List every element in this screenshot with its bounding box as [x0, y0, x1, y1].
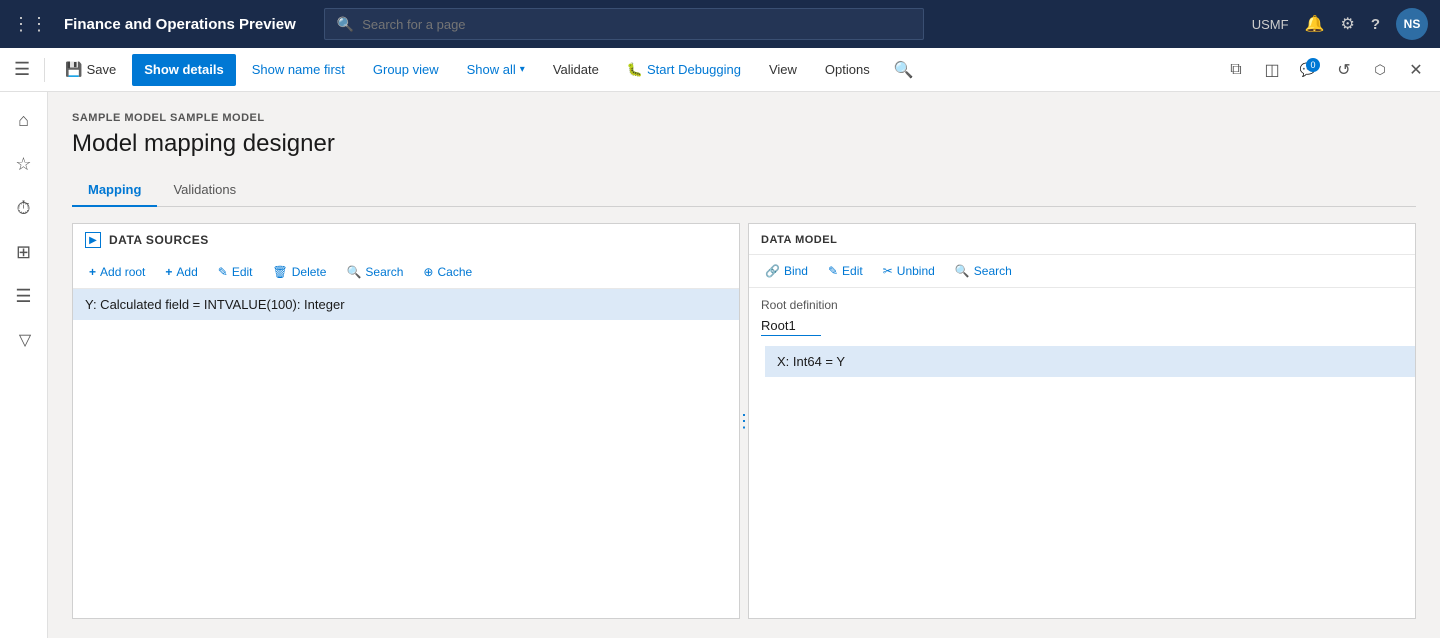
panels-container: ▶ DATA SOURCES + Add root + Add ✎ — [72, 223, 1416, 619]
notification-button[interactable]: 💬 0 — [1292, 54, 1324, 86]
open-external-icon[interactable]: ⬡ — [1364, 54, 1396, 86]
show-all-button[interactable]: Show all ▾ — [455, 54, 537, 86]
start-debugging-button[interactable]: 🐛 Start Debugging — [615, 54, 753, 86]
tab-mapping[interactable]: Mapping — [72, 174, 157, 207]
search-button[interactable]: 🔍 Search — [338, 262, 411, 282]
data-sources-toolbar: + Add root + Add ✎ Edit 🗑 Delete — [73, 256, 739, 289]
show-details-button[interactable]: Show details — [132, 54, 235, 86]
delete-icon: 🗑 — [273, 265, 288, 279]
global-search-bar[interactable]: 🔍 — [324, 8, 924, 40]
panel-divider[interactable]: ⋮ — [740, 223, 748, 619]
top-right-controls: USMF 🔔 ⚙ ? NS — [1252, 8, 1428, 40]
options-button[interactable]: Options — [813, 54, 882, 86]
data-sources-row[interactable]: Y: Calculated field = INTVALUE(100): Int… — [73, 289, 739, 320]
sidebar-filter-icon[interactable]: ▽ — [4, 320, 44, 360]
tab-validations[interactable]: Validations — [157, 174, 252, 207]
cache-button[interactable]: ⊕ Cache — [415, 262, 480, 282]
main-layout: ⌂ ☆ ⏱ ⊞ ☰ ▽ SAMPLE MODEL SAMPLE MODEL Mo… — [0, 92, 1440, 638]
refresh-icon[interactable]: ↺ — [1328, 54, 1360, 86]
edit-button[interactable]: ✎ Edit — [210, 262, 261, 282]
bind-icon: 🔗 — [765, 264, 780, 278]
data-model-toolbar: 🔗 Bind ✎ Edit ✂ Unbind 🔍 Search — [749, 255, 1415, 288]
bell-icon[interactable]: 🔔 — [1305, 14, 1325, 34]
view-button[interactable]: View — [757, 54, 809, 86]
expand-section: ▶ DATA SOURCES — [73, 224, 739, 256]
dm-search-icon: 🔍 — [955, 264, 970, 278]
app-title: Finance and Operations Preview — [64, 16, 296, 33]
top-navigation: ⋮⋮ Finance and Operations Preview 🔍 USMF… — [0, 0, 1440, 48]
group-view-button[interactable]: Group view — [361, 54, 451, 86]
save-icon: 💾 — [65, 61, 82, 78]
delete-button[interactable]: 🗑 Delete — [265, 262, 335, 282]
action-toolbar: ☰ 💾 Save Show details Show name first Gr… — [0, 48, 1440, 92]
data-sources-header: DATA SOURCES — [109, 233, 209, 247]
toolbar-right-icons: ⧉ ◫ 💬 0 ↺ ⬡ ✕ — [1220, 54, 1432, 86]
sidebar-workspaces-icon[interactable]: ⊞ — [4, 232, 44, 272]
apps-grid-icon[interactable]: ⋮⋮ — [12, 14, 48, 35]
cache-icon: ⊕ — [423, 265, 433, 279]
search-icon: 🔍 — [337, 16, 354, 33]
search-input[interactable] — [362, 17, 911, 32]
validate-button[interactable]: Validate — [541, 54, 611, 86]
add-root-icon: + — [89, 265, 96, 279]
debug-icon: 🐛 — [627, 62, 643, 78]
sidebar-home-icon[interactable]: ⌂ — [4, 100, 44, 140]
data-sources-panel: ▶ DATA SOURCES + Add root + Add ✎ — [72, 223, 740, 619]
add-root-button[interactable]: + Add root — [81, 262, 153, 282]
breadcrumb: SAMPLE MODEL SAMPLE MODEL — [72, 112, 1416, 124]
sidebar-favorites-icon[interactable]: ☆ — [4, 144, 44, 184]
unbind-icon: ✂ — [883, 264, 893, 278]
notification-count: 0 — [1306, 58, 1320, 72]
data-model-panel: DATA MODEL 🔗 Bind ✎ Edit ✂ Unbind — [748, 223, 1416, 619]
show-name-first-button[interactable]: Show name first — [240, 54, 357, 86]
left-sidebar: ⌂ ☆ ⏱ ⊞ ☰ ▽ — [0, 92, 48, 638]
data-model-row[interactable]: X: Int64 = Y — [765, 346, 1415, 377]
root-def-value[interactable]: Root1 — [761, 316, 821, 336]
expand-icon[interactable]: ▶ — [85, 232, 101, 248]
data-model-header: DATA MODEL — [749, 224, 1415, 255]
dm-search-button[interactable]: 🔍 Search — [947, 261, 1020, 281]
company-label: USMF — [1252, 17, 1289, 32]
search-ds-icon: 🔍 — [346, 265, 361, 279]
dm-edit-button[interactable]: ✎ Edit — [820, 261, 871, 281]
settings-icon[interactable]: ⚙ — [1340, 14, 1354, 34]
toolbar-search-icon[interactable]: 🔍 — [886, 56, 922, 84]
user-avatar[interactable]: NS — [1396, 8, 1428, 40]
edit-icon: ✎ — [218, 265, 228, 279]
puzzle-icon[interactable]: ⧉ — [1220, 54, 1252, 86]
close-button[interactable]: ✕ — [1400, 54, 1432, 86]
page-tabs: Mapping Validations — [72, 174, 1416, 207]
unbind-button[interactable]: ✂ Unbind — [875, 261, 943, 281]
dm-edit-icon: ✎ — [828, 264, 838, 278]
show-all-chevron: ▾ — [520, 64, 525, 75]
sidebar-recent-icon[interactable]: ⏱ — [4, 188, 44, 228]
content-area: SAMPLE MODEL SAMPLE MODEL Model mapping … — [48, 92, 1440, 638]
page-title: Model mapping designer — [72, 130, 1416, 158]
add-button[interactable]: + Add — [157, 262, 205, 282]
root-definition-section: Root definition Root1 — [749, 288, 1415, 346]
toolbar-separator-1 — [44, 58, 45, 82]
save-button[interactable]: 💾 Save — [53, 54, 128, 86]
sidebar-list-icon[interactable]: ☰ — [4, 276, 44, 316]
arrow-right-icon: ▶ — [89, 235, 97, 246]
add-icon: + — [165, 265, 172, 279]
hamburger-menu-button[interactable]: ☰ — [8, 54, 36, 86]
root-def-label: Root definition — [761, 298, 1403, 312]
panel-expand-icon[interactable]: ◫ — [1256, 54, 1288, 86]
help-icon[interactable]: ? — [1371, 16, 1380, 33]
bind-button[interactable]: 🔗 Bind — [757, 261, 816, 281]
